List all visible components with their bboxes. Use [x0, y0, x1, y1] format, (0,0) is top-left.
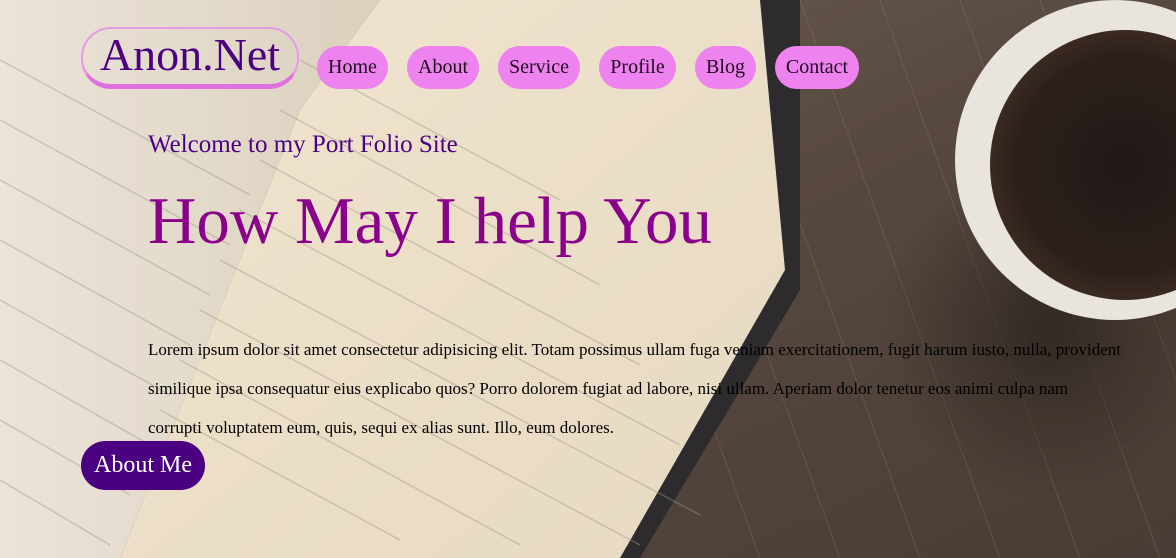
site-logo[interactable]: Anon.Net [81, 27, 299, 89]
nav-service-button[interactable]: Service [498, 46, 580, 89]
nav-profile-button[interactable]: Profile [599, 46, 676, 89]
hero-paragraph: Lorem ipsum dolor sit amet consectetur a… [148, 340, 1121, 437]
hero-headline: How May I help You [148, 184, 712, 258]
main-nav: Home About Service Profile Blog Contact [317, 46, 859, 89]
nav-contact-button[interactable]: Contact [775, 46, 859, 89]
welcome-subtitle: Welcome to my Port Folio Site [148, 131, 458, 158]
nav-home-button[interactable]: Home [317, 46, 388, 89]
nav-blog-button[interactable]: Blog [695, 46, 756, 89]
portfolio-page: Anon.Net Home About Service Profile Blog… [0, 0, 1176, 558]
about-me-button[interactable]: About Me [81, 441, 205, 490]
nav-about-button[interactable]: About [407, 46, 479, 89]
